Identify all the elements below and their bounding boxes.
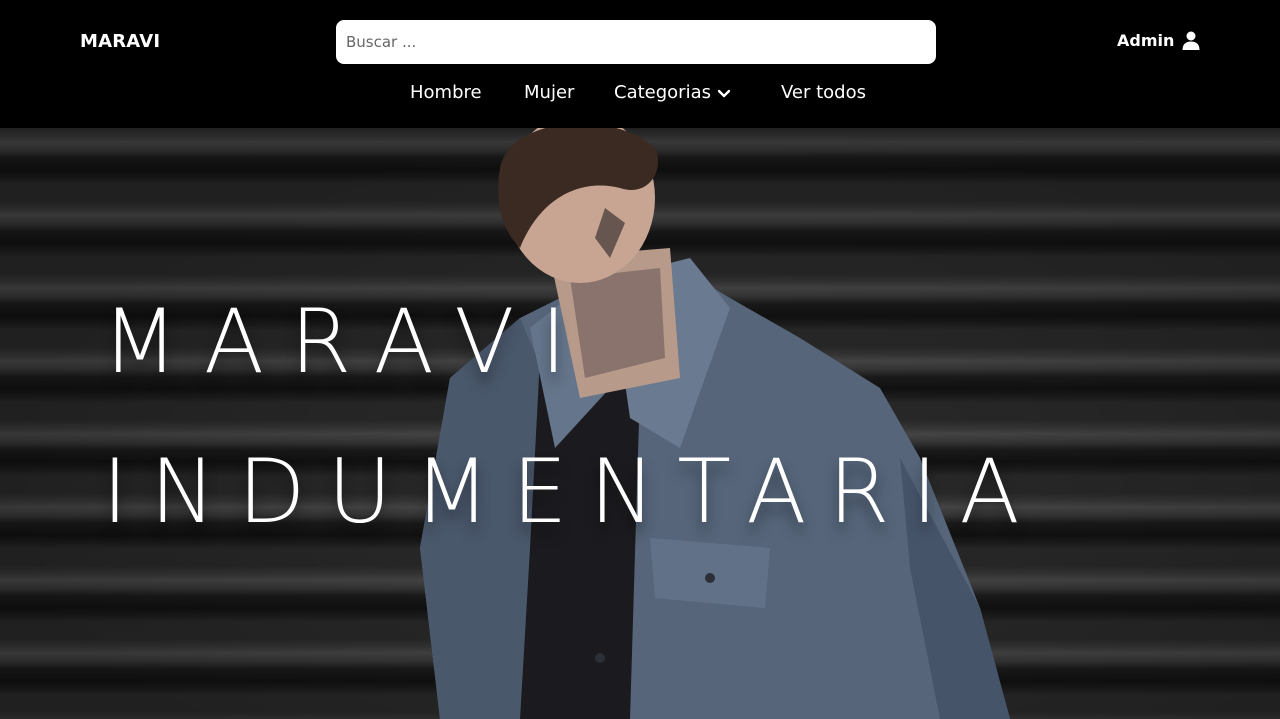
nav-item-categorias[interactable]: Categorias [614, 82, 731, 103]
nav-item-hombre[interactable]: Hombre [410, 82, 482, 103]
nav-item-label: Categorias [614, 82, 711, 103]
hero-model-image [420, 128, 1010, 719]
nav-item-ver-todos[interactable]: Ver todos [781, 82, 866, 103]
nav-item-label: Ver todos [781, 82, 866, 103]
user-icon [1182, 31, 1200, 50]
admin-account-button[interactable]: Admin [1117, 31, 1200, 50]
brand-logo[interactable]: MARAVI [80, 31, 160, 52]
search-input[interactable] [336, 20, 936, 64]
nav-item-label: Hombre [410, 82, 482, 103]
chevron-down-icon [717, 89, 731, 97]
main-nav: Hombre Mujer Categorias Ver todos [0, 82, 1280, 110]
nav-item-label: Mujer [524, 82, 575, 103]
site-header: MARAVI Admin Hombre Mujer Categorias Ver… [0, 0, 1280, 128]
admin-label: Admin [1117, 31, 1175, 50]
hero-title-line-2: INDUMENTARIA [102, 440, 1042, 543]
hero-banner: MARAVI INDUMENTARIA [0, 128, 1280, 719]
hero-title-line-1: MARAVI [102, 290, 593, 393]
nav-item-mujer[interactable]: Mujer [524, 82, 574, 103]
